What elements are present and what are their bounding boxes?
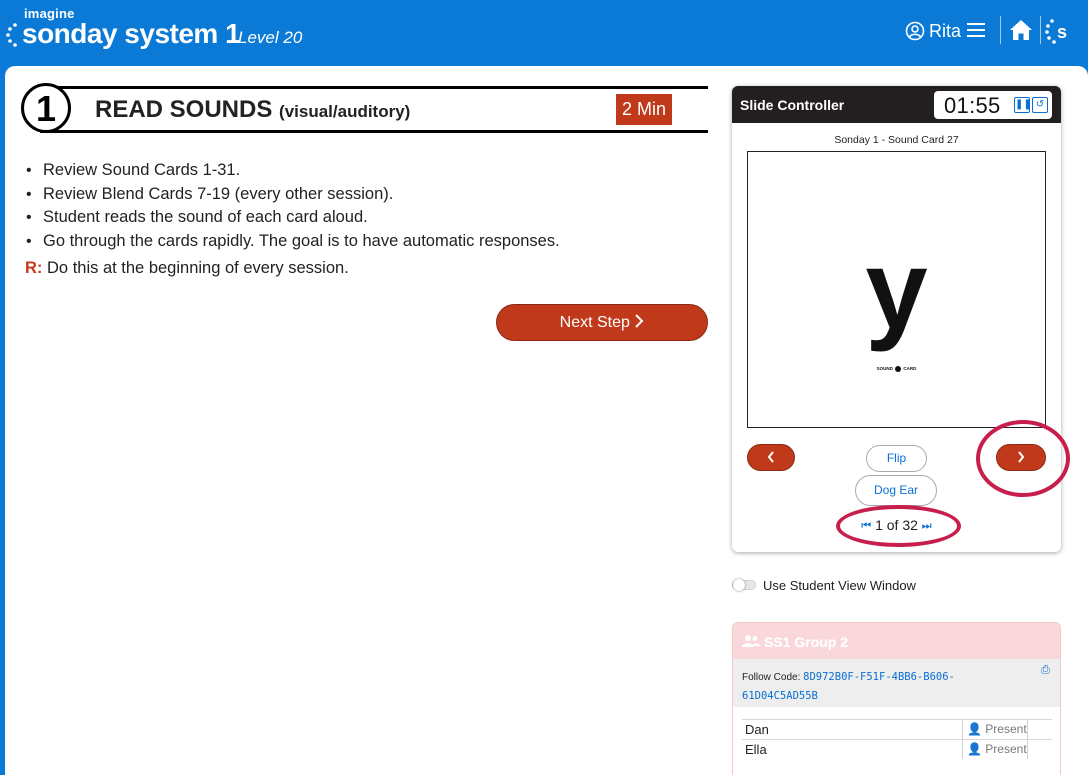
logo-dots-icon [6, 23, 17, 47]
follow-code: Follow Code: 8D972B0F-F51F-4BB6-B606-61D… [742, 668, 962, 706]
instruction-item: Review Sound Cards 1-31. [26, 160, 560, 184]
header-divider [1000, 16, 1001, 44]
step-number: 1 [21, 83, 71, 133]
sonday-app-icon[interactable]: s [1044, 16, 1074, 46]
attendance-button[interactable]: 👤 Present [962, 740, 1028, 759]
level-label: Level 20 [238, 28, 303, 47]
student-row: Ella 👤 Present [742, 739, 1052, 760]
previous-slide-button[interactable] [747, 444, 795, 471]
user-check-icon: 👤 [967, 742, 982, 756]
card-tag-number: 27 [895, 366, 902, 372]
app-header: imagine sonday system 1 Level 20 Rita s [0, 0, 1088, 66]
dog-ear-button[interactable]: Dog Ear [855, 475, 937, 506]
reminder-note: R: Do this at the beginning of every ses… [25, 259, 349, 278]
step-title: READ SOUNDS (visual/auditory) [95, 96, 410, 124]
step-rule-top [40, 86, 708, 89]
users-icon [742, 635, 760, 647]
duration-badge: 2 Min [616, 94, 672, 125]
chevron-right-icon [635, 314, 644, 328]
step-title-text: READ SOUNDS [95, 96, 273, 123]
reset-timer-icon[interactable]: ↺ [1032, 97, 1048, 113]
slide-controller-header: Slide Controller 01:55 ❚❚ ↺ [732, 86, 1061, 123]
student-view-toggle[interactable] [732, 579, 756, 591]
toggle-knob [733, 579, 745, 591]
group-card: SS1 Group 2 Follow Code: 8D972B0F-F51F-4… [732, 622, 1061, 775]
student-row: Dan 👤 Present [742, 719, 1052, 740]
next-step-button[interactable]: Next Step [496, 304, 708, 341]
reminder-label: R: [25, 259, 43, 277]
sound-card: y SOUND 27 CARD [747, 151, 1046, 428]
group-header[interactable]: SS1 Group 2 [733, 623, 1060, 659]
pause-icon[interactable]: ❚❚ [1014, 97, 1032, 113]
instruction-item: Go through the cards rapidly. The goal i… [26, 231, 560, 255]
user-menu[interactable]: Rita [905, 20, 961, 42]
follow-code-label: Follow Code: [742, 672, 801, 683]
print-icon[interactable]: ⎙ [1041, 664, 1050, 677]
follow-code-row: Follow Code: 8D972B0F-F51F-4BB6-B606-61D… [733, 659, 1060, 707]
user-icon [905, 21, 925, 41]
instruction-list: Review Sound Cards 1-31. Review Blend Ca… [26, 160, 560, 254]
svg-text:s: s [1057, 22, 1067, 42]
home-icon[interactable] [1009, 19, 1033, 41]
header-divider [1040, 16, 1041, 44]
step-rule-bottom [40, 130, 708, 133]
step-subtitle: (visual/auditory) [279, 102, 411, 121]
flip-button[interactable]: Flip [866, 445, 927, 472]
group-name: SS1 Group 2 [764, 634, 849, 650]
attendance-status: Present [985, 742, 1027, 756]
reminder-text: Do this at the beginning of every sessio… [47, 259, 349, 277]
student-name: Dan [745, 722, 769, 737]
timer-value: 01:55 [944, 93, 1001, 118]
student-name: Ella [745, 742, 767, 757]
card-label: Sonday 1 - Sound Card 27 [834, 134, 959, 146]
brand-name: sonday system 1 [22, 18, 241, 49]
card-letter: y [865, 227, 928, 352]
card-tag-right: CARD [903, 366, 917, 372]
hamburger-menu-icon[interactable] [966, 21, 986, 39]
highlight-circle [836, 505, 961, 547]
student-view-label: Use Student View Window [763, 578, 916, 593]
chevron-left-icon [767, 451, 774, 463]
user-check-icon: 👤 [967, 722, 982, 736]
timer: 01:55 ❚❚ ↺ [934, 91, 1052, 119]
highlight-circle [976, 420, 1070, 497]
instruction-item: Review Blend Cards 7-19 (every other ses… [26, 184, 560, 208]
card-tag: SOUND 27 CARD [748, 366, 1045, 372]
next-step-label: Next Step [559, 314, 630, 331]
slide-controller-title: Slide Controller [740, 97, 845, 113]
instruction-item: Student reads the sound of each card alo… [26, 207, 560, 231]
card-tag-left: SOUND [876, 366, 893, 372]
attendance-status: Present [985, 722, 1027, 736]
user-name: Rita [929, 20, 962, 41]
attendance-button[interactable]: 👤 Present [962, 720, 1028, 739]
